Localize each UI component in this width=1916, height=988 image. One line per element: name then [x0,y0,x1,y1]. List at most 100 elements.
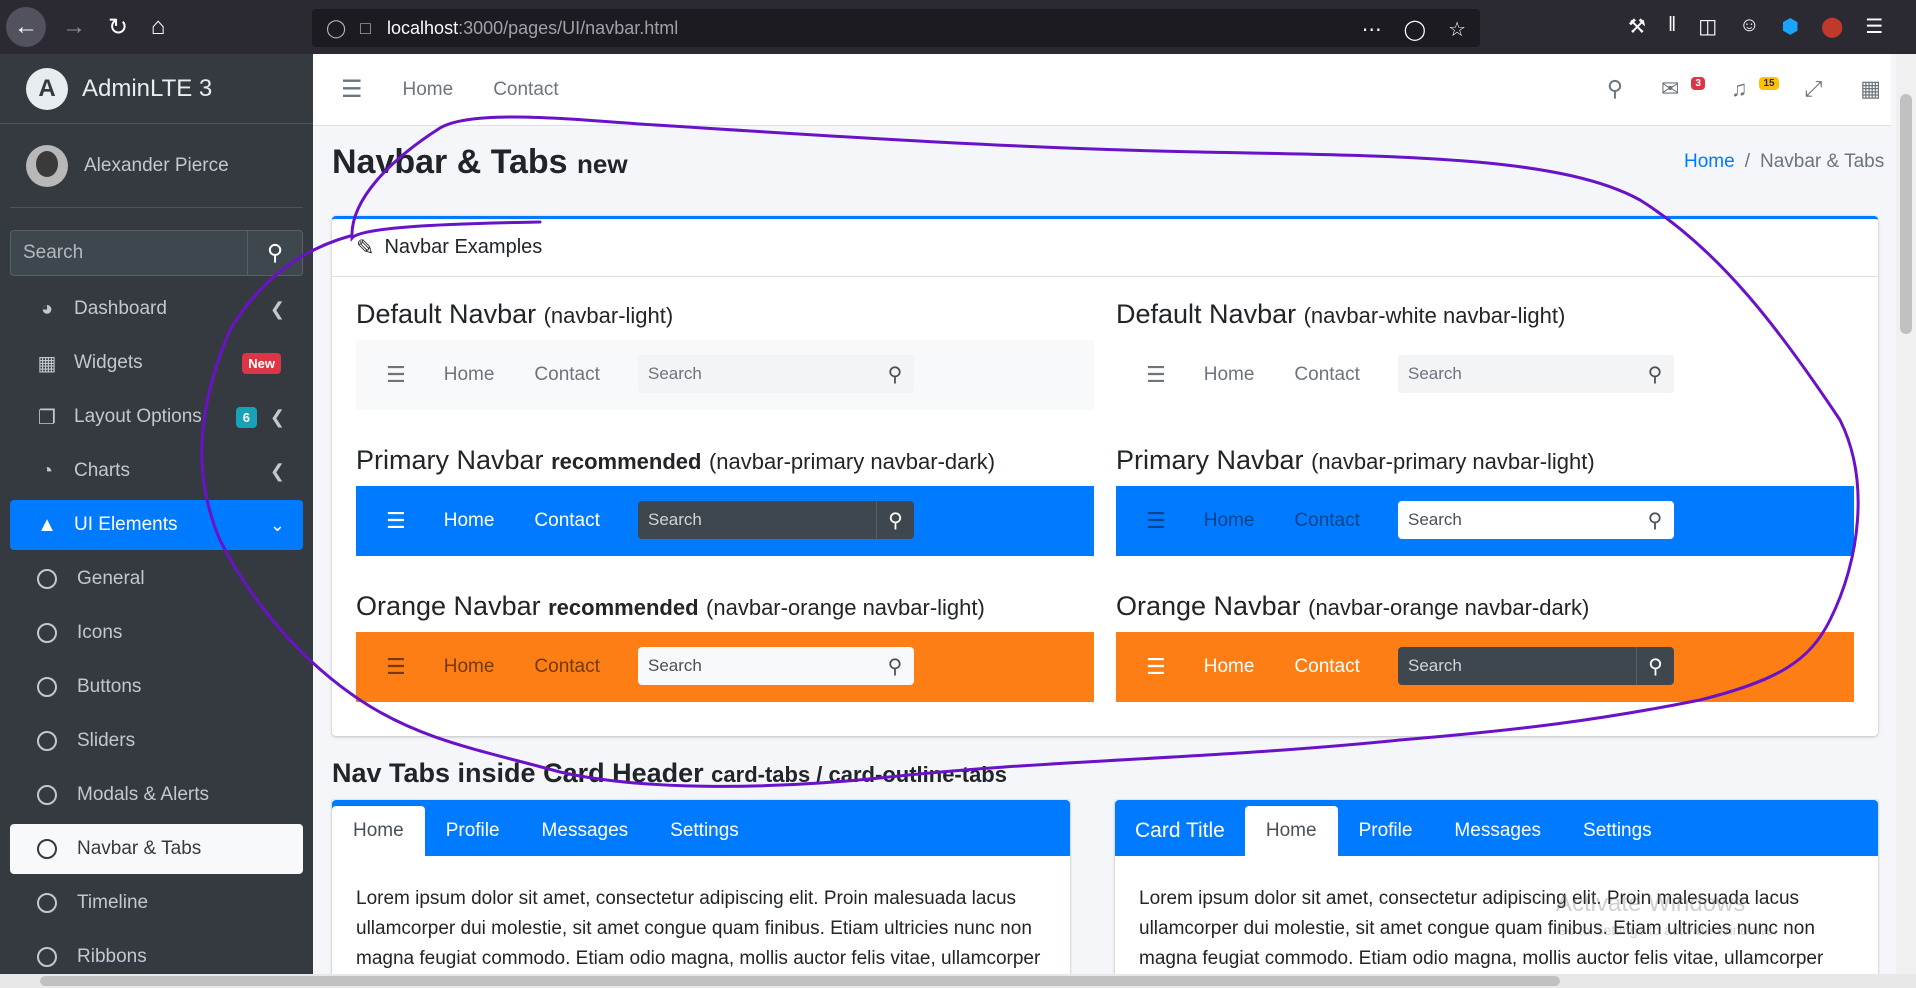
sidebar-item-timeline[interactable]: Timeline [10,878,303,928]
tab-home[interactable]: Home [1244,806,1338,856]
wrench-icon[interactable]: ⚒ [1628,14,1646,39]
library-icon[interactable]: ‖ [1668,14,1676,39]
hamburger-icon[interactable]: ☰ [386,508,406,534]
hamburger-icon[interactable]: ☰ [1146,508,1166,534]
home-icon[interactable]: ⌂ [138,7,178,47]
hamburger-icon[interactable]: ☰ [386,654,406,680]
menu-icon[interactable]: ☰ [1865,14,1883,39]
demo-contact-link[interactable]: Contact [1294,364,1359,386]
brand-link[interactable]: A AdminLTE 3 [0,54,313,124]
demo-home-link[interactable]: Home [1204,364,1255,386]
avatar[interactable] [26,144,68,187]
vertical-scrollbar[interactable] [1896,54,1916,974]
demo-search-input[interactable]: Search [1398,647,1636,685]
sidebar-search-button[interactable]: ⚲ [247,230,303,276]
sidebar-item-dashboard[interactable]: ◕ Dashboard ❮ [10,284,303,334]
search-icon[interactable]: ⚲ [1607,76,1623,102]
demo-navbar: ☰ Home Contact Search ⚲ [356,632,1094,702]
search-icon[interactable]: ⚲ [876,355,914,393]
horizontal-scrollbar[interactable] [0,974,1916,988]
sidebar-item-sliders[interactable]: Sliders [10,716,303,766]
search-icon[interactable]: ⚲ [1636,647,1674,685]
hamburger-icon[interactable]: ☰ [1146,654,1166,680]
expand-icon[interactable]: ⤢ [1805,76,1823,102]
demo-contact-link[interactable]: Contact [1294,510,1359,532]
forward-arrow-icon[interactable]: → [54,7,94,47]
sidebar-item-buttons[interactable]: Buttons [10,662,303,712]
pocket-icon[interactable]: ◯ [1404,17,1426,42]
demo-contact-link[interactable]: Contact [534,656,599,678]
tab-home[interactable]: Home [332,806,425,856]
browser-toolbar: ← → ↻ ⌂ ◯ □ localhost:3000/pages/UI/navb… [0,0,1916,54]
tabs-header: Home Profile Messages Settings [332,800,1070,856]
nav-contact-link[interactable]: Contact [493,79,558,101]
count-badge: 6 [235,406,257,428]
sidebar-item-navbar-tabs[interactable]: Navbar & Tabs [10,824,303,874]
demo-search-input[interactable]: Search [1398,501,1636,539]
sidebar-item-label: Modals & Alerts [77,784,209,805]
scrollbar-thumb[interactable] [40,976,1560,986]
tab-settings[interactable]: Settings [1562,806,1673,856]
demo-contact-link[interactable]: Contact [534,510,599,532]
sidebar-item-layout-options[interactable]: ❐ Layout Options 6 ❮ [10,392,303,442]
search-icon[interactable]: ⚲ [1636,501,1674,539]
demo-search-input[interactable]: Search [638,355,876,393]
sidebar-icon[interactable]: ◫ [1698,14,1717,39]
user-name[interactable]: Alexander Pierce [84,155,229,177]
demo-home-link[interactable]: Home [444,364,495,386]
sidebar-search-input[interactable]: Search [10,230,247,276]
demo-home-link[interactable]: Home [444,656,495,678]
tab-messages[interactable]: Messages [521,806,650,856]
reload-icon[interactable]: ↻ [98,7,138,47]
search-icon[interactable]: ⚲ [1636,355,1674,393]
breadcrumb: Home / Navbar & Tabs [1684,151,1884,173]
search-icon[interactable]: ⚲ [876,501,914,539]
address-bar[interactable]: ◯ □ localhost:3000/pages/UI/navbar.html … [312,9,1480,47]
tachometer-icon: ◕ [40,297,54,320]
sidebar-item-general[interactable]: General [10,554,303,604]
breadcrumb-home[interactable]: Home [1684,151,1735,172]
demo-search-input[interactable]: Search [638,647,876,685]
tab-profile[interactable]: Profile [1338,806,1434,856]
tab-messages[interactable]: Messages [1433,806,1562,856]
nav-home-link[interactable]: Home [403,79,454,101]
sidebar-item-label: Widgets [74,352,143,373]
scrollbar-thumb[interactable] [1900,94,1912,334]
back-arrow-icon[interactable]: ← [6,7,46,47]
sidebar-item-ui-elements[interactable]: ▲ UI Elements ⌄ [10,500,303,550]
sidebar-item-icons[interactable]: Icons [10,608,303,658]
hamburger-icon[interactable]: ☰ [341,75,363,104]
circle-icon [37,731,57,751]
th-large-icon[interactable]: ▦ [1860,76,1881,102]
bell-icon[interactable]: ♫ 15 [1731,76,1779,102]
shield-icon[interactable]: ◯ [326,18,346,39]
more-actions-icon[interactable]: ⋯ [1362,17,1382,42]
demo-search: Search ⚲ [638,647,914,685]
hamburger-icon[interactable]: ☰ [1146,362,1166,388]
sidebar-item-widgets[interactable]: ▦ Widgets New [10,338,303,388]
tab-profile[interactable]: Profile [425,806,521,856]
demo-home-link[interactable]: Home [444,510,495,532]
circle-icon [37,569,57,589]
tab-settings[interactable]: Settings [649,806,760,856]
extension-icon[interactable]: ⬢ [1782,14,1799,39]
demo-search-input[interactable]: Search [1398,355,1636,393]
demo-contact-link[interactable]: Contact [534,364,599,386]
demo-contact-link[interactable]: Contact [1294,656,1359,678]
bookmark-star-icon[interactable]: ☆ [1448,17,1466,42]
sidebar-item-charts[interactable]: ◔ Charts ❮ [10,446,303,496]
comments-icon[interactable]: ✉ 3 [1661,76,1705,102]
hamburger-icon[interactable]: ☰ [386,362,406,388]
search-icon[interactable]: ⚲ [876,647,914,685]
sidebar-item-modals-alerts[interactable]: Modals & Alerts [10,770,303,820]
tab-content: Lorem ipsum dolor sit amet, consectetur … [356,888,1041,969]
main-header: ☰ Home Contact ⚲ ✉ 3 ♫ 15 ⤢ ▦ [313,54,1891,126]
demo-home-link[interactable]: Home [1204,656,1255,678]
demo-home-link[interactable]: Home [1204,510,1255,532]
sidebar-item-label: Charts [74,460,130,481]
demo-search-input[interactable]: Search [638,501,876,539]
section-title-small: card-tabs / card-outline-tabs [711,762,1007,787]
grid-icon: ▦ [37,352,57,375]
ublock-icon[interactable]: ⬤ [1821,14,1843,39]
account-icon[interactable]: ☺ [1739,14,1759,39]
